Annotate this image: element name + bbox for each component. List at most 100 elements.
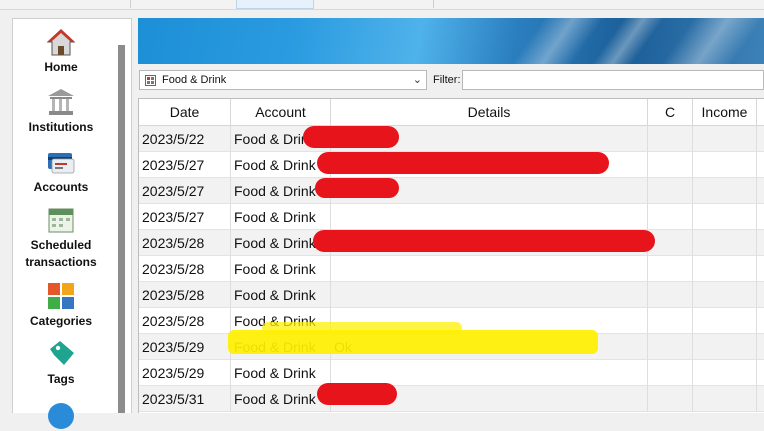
cell-expense [757, 126, 764, 152]
cell-details [331, 282, 648, 308]
credit-card-icon [48, 153, 75, 174]
chevron-down-icon[interactable]: ⌄ [413, 73, 422, 86]
cell-date: 2023/5/28 [139, 308, 231, 334]
cell-cleared [648, 360, 693, 386]
nav-item-institutions[interactable]: Institutions [13, 87, 109, 136]
tab[interactable] [313, 0, 434, 8]
table-row[interactable]: 2023/5/28 Food & Drink [139, 256, 764, 282]
cell-date: 2023/5/28 [139, 282, 231, 308]
cell-income [693, 360, 757, 386]
top-tab-strip [0, 0, 764, 10]
circle-icon [48, 403, 74, 429]
cell-expense [757, 386, 764, 412]
nav-label: Tags [47, 372, 75, 386]
column-header-cleared[interactable]: C [648, 99, 693, 125]
table-row[interactable]: 2023/5/27 Food & Drink [139, 204, 764, 230]
cell-cleared [648, 126, 693, 152]
cell-income [693, 230, 757, 256]
column-header-date[interactable]: Date [139, 99, 231, 125]
cell-date: 2023/5/28 [139, 256, 231, 282]
cell-income [693, 152, 757, 178]
cell-account: Food & Drink [231, 152, 331, 178]
bank-building-icon [48, 89, 74, 115]
table-row[interactable]: 2023/5/29 Food & Drink [139, 360, 764, 386]
sidebar-scrollbar[interactable] [118, 45, 125, 413]
transactions-table: Date Account Details C Income E 2023/5/2… [138, 98, 764, 413]
table-row[interactable]: 2023/5/28 Food & Drink [139, 282, 764, 308]
cell-details [331, 256, 648, 282]
home-icon [46, 29, 76, 56]
cell-expense [757, 152, 764, 178]
cell-cleared [648, 334, 693, 360]
table-header: Date Account Details C Income E [139, 99, 764, 126]
cell-date: 2023/5/27 [139, 152, 231, 178]
redaction-mark [303, 126, 399, 148]
cell-expense [757, 334, 764, 360]
cell-account: Food & Drink [231, 282, 331, 308]
nav-item-scheduled-transactions[interactable]: Scheduled transactions [13, 205, 109, 271]
cell-expense [757, 360, 764, 386]
column-header-details[interactable]: Details [331, 99, 648, 125]
cell-date: 2023/5/27 [139, 178, 231, 204]
nav-item-categories[interactable]: Categories [13, 281, 109, 330]
table-row[interactable]: 2023/5/31 Food & Drink [139, 386, 764, 412]
nav-label: Categories [29, 314, 93, 328]
cell-date: 2023/5/29 [139, 360, 231, 386]
cell-income [693, 178, 757, 204]
column-header-expense[interactable]: E [757, 99, 764, 125]
filter-label: Filter: [433, 74, 461, 86]
cell-cleared [648, 256, 693, 282]
cell-expense [757, 178, 764, 204]
banner-streak [661, 18, 764, 64]
tag-icon [50, 341, 74, 365]
cell-expense [757, 204, 764, 230]
redaction-mark [315, 178, 399, 198]
calendar-icon [48, 208, 74, 233]
nav-label: Scheduled transactions [25, 238, 97, 269]
nav-item-more[interactable] [13, 401, 109, 431]
cell-date: 2023/5/31 [139, 386, 231, 412]
redaction-mark [317, 152, 609, 174]
banner-streak [591, 18, 665, 64]
category-icon [145, 75, 156, 86]
nav-label: Accounts [33, 180, 89, 194]
cell-account: Food & Drink [231, 256, 331, 282]
nav-item-tags[interactable]: Tags [13, 339, 109, 388]
nav-label: Institutions [28, 120, 94, 134]
cell-income [693, 126, 757, 152]
cell-income [693, 334, 757, 360]
cell-income [693, 204, 757, 230]
column-header-income[interactable]: Income [693, 99, 757, 125]
column-header-account[interactable]: Account [231, 99, 331, 125]
cell-cleared [648, 204, 693, 230]
category-selected-value: Food & Drink [162, 74, 227, 86]
cell-account: Food & Drink [231, 360, 331, 386]
cell-income [693, 308, 757, 334]
cell-income [693, 256, 757, 282]
cell-details [331, 204, 648, 230]
table-row[interactable]: 2023/5/22 Food & Drink [139, 126, 764, 152]
cell-expense [757, 230, 764, 256]
cell-account: Food & Drink [231, 204, 331, 230]
tab[interactable] [0, 0, 131, 8]
cell-account: Food & Drink [231, 386, 331, 412]
cell-cleared [648, 386, 693, 412]
nav-item-home[interactable]: Home [13, 27, 109, 76]
cell-income [693, 386, 757, 412]
filter-input[interactable] [462, 70, 764, 90]
category-dropdown[interactable]: Food & Drink ⌄ [139, 70, 427, 90]
table-row[interactable]: 2023/5/27 Food & Drink [139, 178, 764, 204]
sidebar-nav: Home Institutions Accounts Scheduled tra… [12, 18, 132, 429]
cell-cleared [648, 282, 693, 308]
cell-cleared [648, 152, 693, 178]
cell-expense [757, 308, 764, 334]
categories-grid-icon [48, 283, 74, 309]
header-banner [138, 18, 764, 64]
tab-active[interactable] [236, 0, 314, 9]
cell-cleared [648, 308, 693, 334]
cell-date: 2023/5/27 [139, 204, 231, 230]
cell-expense [757, 256, 764, 282]
nav-label: Home [44, 60, 78, 74]
nav-item-accounts[interactable]: Accounts [13, 147, 109, 196]
banner-streak [511, 18, 605, 64]
